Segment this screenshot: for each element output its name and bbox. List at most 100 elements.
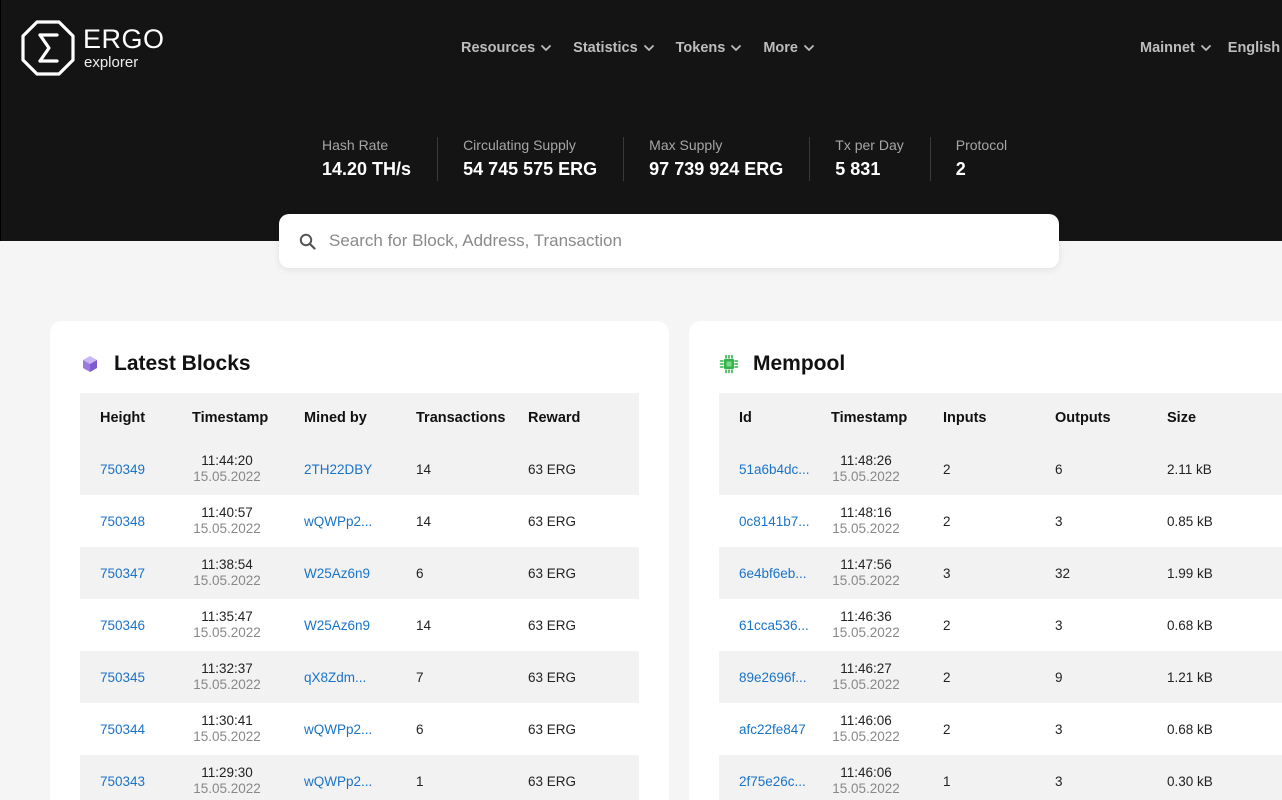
miner-link[interactable]: W25Az6n9	[304, 566, 370, 581]
inputs-count: 2	[943, 721, 951, 737]
stat-hash-rate: Hash Rate 14.20 TH/s	[322, 137, 439, 181]
miner-link[interactable]: wQWPp2...	[304, 514, 372, 529]
table-row: 750347 11:38:54 15.05.2022 W25Az6n9 6 63 …	[80, 547, 639, 599]
main-nav: Resources Statistics Tokens More	[461, 38, 836, 58]
miner-link[interactable]: wQWPp2...	[304, 722, 372, 737]
column-header[interactable]: Outputs	[1055, 410, 1167, 426]
nav-item-label: Statistics	[573, 40, 638, 56]
table-row: 61cca536... 11:46:36 15.05.2022 2 3 0.68 …	[719, 599, 1282, 651]
nav-item-label: Tokens	[675, 40, 726, 56]
timestamp-date: 15.05.2022	[193, 469, 261, 484]
miner-link[interactable]: 2TH22DBY	[304, 462, 372, 477]
inputs-count: 3	[943, 565, 951, 581]
miner-link[interactable]: wQWPp2...	[304, 774, 372, 789]
chevron-down-icon	[643, 45, 654, 51]
reward: 63 ERG	[528, 513, 577, 529]
column-header[interactable]: Height	[80, 410, 192, 426]
tx-id-link[interactable]: afc22fe847	[739, 722, 806, 737]
blocks-table: Height Timestamp Mined by Transactions R…	[80, 393, 639, 800]
inputs-count: 2	[943, 669, 951, 685]
timestamp-date: 15.05.2022	[832, 677, 900, 692]
tx-id-link[interactable]: 51a6b4dc...	[739, 462, 810, 477]
search-input[interactable]	[329, 229, 1029, 253]
nav-item-label: More	[763, 40, 798, 56]
nav-statistics[interactable]: Statistics	[573, 38, 654, 58]
outputs-count: 6	[1055, 461, 1063, 477]
column-header[interactable]: Id	[719, 410, 831, 426]
reward: 63 ERG	[528, 773, 577, 789]
timestamp-date: 15.05.2022	[193, 729, 261, 744]
timestamp-time: 11:44:20	[201, 453, 253, 468]
reward: 63 ERG	[528, 669, 577, 685]
tx-id-link[interactable]: 6e4bf6eb...	[739, 566, 807, 581]
timestamp-date: 15.05.2022	[832, 781, 900, 796]
tx-id-link[interactable]: 2f75e26c...	[739, 774, 806, 789]
column-header[interactable]: Timestamp	[192, 410, 304, 426]
nav-more[interactable]: More	[763, 38, 815, 58]
latest-blocks-card: Latest Blocks Height Timestamp Mined by …	[50, 321, 669, 800]
tx-size: 2.11 kB	[1167, 461, 1212, 477]
tx-size: 0.30 kB	[1167, 773, 1213, 789]
tx-id-link[interactable]: 61cca536...	[739, 618, 809, 633]
block-height-link[interactable]: 750349	[100, 462, 145, 477]
timestamp-date: 15.05.2022	[193, 573, 261, 588]
block-height-link[interactable]: 750347	[100, 566, 145, 581]
nav-resources[interactable]: Resources	[461, 38, 552, 58]
search-icon	[299, 233, 316, 250]
stat-label: Hash Rate	[322, 137, 389, 153]
timestamp-time: 11:35:47	[201, 609, 253, 624]
reward: 63 ERG	[528, 617, 577, 633]
cube-icon	[83, 356, 97, 372]
network-stats: Hash Rate 14.20 TH/s Circulating Supply …	[322, 137, 1058, 181]
column-header[interactable]: Mined by	[304, 410, 416, 426]
stat-label: Max Supply	[649, 137, 723, 153]
block-height-link[interactable]: 750346	[100, 618, 145, 633]
timestamp-time: 11:38:54	[201, 557, 253, 572]
nav-right: Mainnet English	[1140, 38, 1282, 58]
chevron-down-icon	[804, 45, 814, 51]
stat-value: 97 739 924 ERG	[649, 159, 784, 179]
tx-id-link[interactable]: 89e2696f...	[739, 670, 807, 685]
tx-count: 6	[416, 565, 424, 581]
outputs-count: 9	[1055, 669, 1063, 685]
tx-count: 14	[416, 513, 432, 529]
reward: 63 ERG	[528, 461, 577, 477]
ergo-logo-icon	[21, 20, 75, 76]
table-row: 750345 11:32:37 15.05.2022 qX8Zdm... 7 63…	[80, 651, 639, 703]
miner-link[interactable]: W25Az6n9	[304, 618, 370, 633]
language-label: English	[1227, 40, 1281, 56]
block-height-link[interactable]: 750343	[100, 774, 145, 789]
timestamp-time: 11:46:27	[840, 661, 892, 676]
tx-size: 0.68 kB	[1167, 721, 1213, 737]
column-header[interactable]: Transactions	[416, 410, 528, 426]
table-row: 750348 11:40:57 15.05.2022 wQWPp2... 14 6…	[80, 495, 639, 547]
table-row: 750344 11:30:41 15.05.2022 wQWPp2... 6 63…	[80, 703, 639, 755]
column-header[interactable]: Timestamp	[831, 410, 943, 426]
logo[interactable]: ERGO explorer	[21, 20, 165, 76]
outputs-count: 3	[1055, 773, 1063, 789]
miner-link[interactable]: qX8Zdm...	[304, 670, 366, 685]
block-height-link[interactable]: 750345	[100, 670, 145, 685]
column-header[interactable]: Size	[1167, 410, 1278, 426]
stat-circulating-supply: Circulating Supply 54 745 575 ERG	[463, 137, 625, 181]
table-row: 0c8141b7... 11:48:16 15.05.2022 2 3 0.85 …	[719, 495, 1282, 547]
site-header: ERGO explorer Resources Statistics Token…	[0, 0, 1282, 241]
search-box	[279, 214, 1059, 268]
chevron-down-icon	[541, 45, 552, 51]
outputs-count: 3	[1055, 617, 1063, 633]
timestamp-time: 11:46:06	[840, 713, 892, 728]
column-header[interactable]: Inputs	[943, 410, 1055, 426]
stat-tx-per-day: Tx per Day 5 831	[835, 137, 931, 181]
block-height-link[interactable]: 750348	[100, 514, 145, 529]
timestamp-date: 15.05.2022	[193, 781, 261, 796]
language-selector[interactable]: English	[1228, 38, 1280, 58]
timestamp-date: 15.05.2022	[832, 625, 900, 640]
nav-tokens[interactable]: Tokens	[676, 38, 743, 58]
mempool-table: Id Timestamp Inputs Outputs Size 51a6b4d…	[719, 393, 1282, 800]
tx-size: 0.68 kB	[1167, 617, 1213, 633]
tx-id-link[interactable]: 0c8141b7...	[739, 514, 810, 529]
timestamp-time: 11:30:41	[201, 713, 253, 728]
column-header[interactable]: Reward	[528, 410, 639, 426]
network-selector[interactable]: Mainnet	[1140, 38, 1212, 58]
block-height-link[interactable]: 750344	[100, 722, 145, 737]
